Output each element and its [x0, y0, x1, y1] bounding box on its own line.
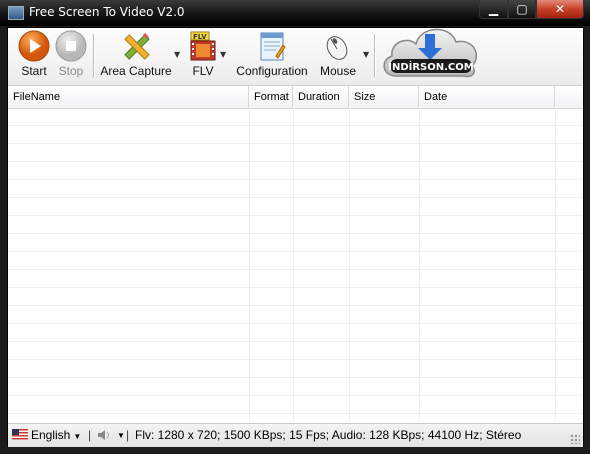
stop-button[interactable]: Stop	[54, 30, 88, 78]
window-title: Free Screen To Video V2.0	[29, 5, 185, 19]
format-button[interactable]: FLV FLV	[186, 30, 220, 78]
chevron-down-icon: ▼	[73, 432, 82, 441]
table-row[interactable]	[8, 378, 583, 396]
column-header-date[interactable]: Date	[419, 86, 555, 108]
table-row[interactable]	[8, 216, 583, 234]
status-bar: English ▼ | ▼ | Flv: 1280 x 720; 1500 KBp…	[8, 423, 583, 447]
volume-dropdown-icon[interactable]: ▼	[117, 431, 125, 440]
table-row[interactable]	[8, 360, 583, 378]
recording-settings-info: Flv: 1280 x 720; 1500 KBps; 15 Fps; Audi…	[135, 428, 522, 442]
table-row[interactable]	[8, 306, 583, 324]
indirson-logo: İNDİRSON.COM	[383, 28, 477, 78]
toolbar-separator	[93, 34, 95, 78]
maximize-button[interactable]: ▢	[508, 0, 536, 19]
area-capture-label: Area Capture	[100, 64, 172, 78]
table-row[interactable]	[8, 234, 583, 252]
title-bar[interactable]: Free Screen To Video V2.0 ▁ ▢ ✕	[0, 0, 590, 26]
mouse-icon	[326, 36, 348, 60]
table-row[interactable]	[8, 108, 583, 126]
table-row[interactable]	[8, 162, 583, 180]
table-header: FileName Format Duration Size Date	[8, 86, 583, 109]
mouse-label: Mouse	[319, 64, 357, 78]
format-dropdown-icon[interactable]: ▼	[220, 50, 226, 59]
column-gridline	[555, 108, 556, 422]
record-start-icon	[18, 30, 50, 62]
film-flv-icon: FLV	[190, 31, 216, 61]
table-row[interactable]	[8, 270, 583, 288]
toolbar: Start Stop Area Capture ▼ FLV FLV ▼ Conf…	[8, 28, 583, 86]
client-area: Start Stop Area Capture ▼ FLV FLV ▼ Conf…	[7, 27, 584, 447]
start-label: Start	[21, 64, 47, 78]
svg-text:FLV: FLV	[193, 33, 207, 41]
table-row[interactable]	[8, 252, 583, 270]
column-header-duration[interactable]: Duration	[293, 86, 349, 108]
close-button[interactable]: ✕	[536, 0, 584, 19]
column-gridline	[249, 108, 250, 422]
resize-grip-icon[interactable]	[570, 434, 580, 444]
config-document-icon	[260, 32, 286, 61]
stop-icon	[55, 30, 87, 62]
logo-text: İNDİRSON.COM	[388, 59, 474, 73]
stop-label: Stop	[58, 64, 84, 78]
configuration-label: Configuration	[236, 64, 308, 78]
status-divider: |	[126, 428, 130, 442]
column-gridline	[349, 108, 350, 422]
app-window: Free Screen To Video V2.0 ▁ ▢ ✕ Start St…	[0, 0, 590, 454]
us-flag-icon	[12, 429, 28, 440]
table-row[interactable]	[8, 414, 583, 422]
pencil-ruler-icon	[124, 33, 150, 60]
toolbar-separator	[374, 34, 376, 78]
language-label: English	[31, 428, 71, 442]
table-row[interactable]	[8, 198, 583, 216]
column-gridline	[419, 108, 420, 422]
column-gridline	[293, 108, 294, 422]
language-select[interactable]: English ▼	[31, 428, 81, 442]
table-row[interactable]	[8, 144, 583, 162]
mouse-dropdown-icon[interactable]: ▼	[363, 50, 369, 59]
speaker-icon[interactable]	[97, 429, 111, 441]
app-icon[interactable]	[8, 6, 24, 20]
table-row[interactable]	[8, 396, 583, 414]
column-header-size[interactable]: Size	[349, 86, 419, 108]
table-row[interactable]	[8, 288, 583, 306]
recordings-table[interactable]: FileName Format Duration Size Date	[8, 86, 583, 422]
table-row[interactable]	[8, 126, 583, 144]
mouse-button[interactable]: Mouse	[316, 30, 360, 78]
table-row[interactable]	[8, 324, 583, 342]
status-divider: |	[88, 428, 92, 442]
area-capture-dropdown-icon[interactable]: ▼	[174, 50, 180, 59]
format-label: FLV	[192, 64, 214, 78]
area-capture-button[interactable]: Area Capture	[99, 30, 173, 78]
column-header-format[interactable]: Format	[249, 86, 293, 108]
table-row[interactable]	[8, 342, 583, 360]
configuration-button[interactable]: Configuration	[234, 30, 310, 78]
column-header-filename[interactable]: FileName	[8, 86, 249, 108]
table-row[interactable]	[8, 180, 583, 198]
start-button[interactable]: Start	[16, 30, 52, 78]
